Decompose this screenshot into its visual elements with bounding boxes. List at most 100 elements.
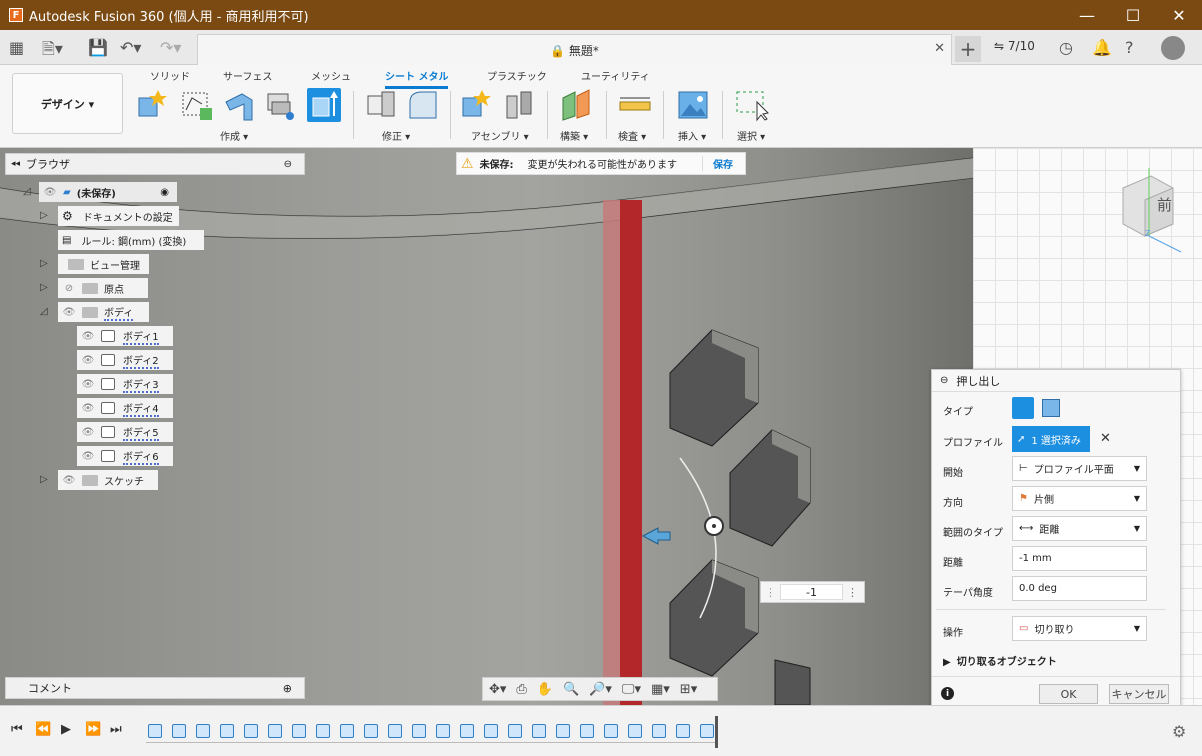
timeline-end-icon[interactable]: ⏭ <box>110 722 122 737</box>
group-inspect[interactable]: 検査 ▾ <box>618 128 646 143</box>
ok-button[interactable]: OK <box>1039 684 1098 704</box>
eye-hidden-icon[interactable]: ⊘ <box>62 283 76 294</box>
workspace-switcher[interactable]: デザイン ▾ <box>12 73 123 134</box>
timeline-feature[interactable] <box>340 724 354 738</box>
look-at-icon[interactable]: ⎙ <box>516 682 526 697</box>
dialog-collapse-icon[interactable]: ⊖ <box>940 375 948 386</box>
viewports-icon[interactable]: ⊞▾ <box>680 682 697 697</box>
timeline-feature[interactable] <box>172 724 186 738</box>
eye-icon[interactable]: 👁 <box>81 355 95 366</box>
objects-to-cut-row[interactable]: ▶ 切り取るオブジェクト <box>943 653 1057 668</box>
timeline-feature[interactable] <box>268 724 282 738</box>
timeline-feature[interactable] <box>460 724 474 738</box>
timeline-feature[interactable] <box>556 724 570 738</box>
insert-image-icon[interactable] <box>676 88 710 122</box>
file-menu-icon[interactable]: 🗎▾ <box>42 38 63 65</box>
start-select[interactable]: ⊢ プロファイル平面 ▼ <box>1012 456 1147 481</box>
help-icon[interactable]: ? <box>1125 38 1134 57</box>
comments-panel[interactable]: コメント ⊕ <box>5 677 305 699</box>
group-construct[interactable]: 構築 ▾ <box>560 128 588 143</box>
activate-radio-icon[interactable]: ◉ <box>160 187 169 198</box>
tab-mesh[interactable]: メッシュ <box>311 68 351 83</box>
tree-body-3[interactable]: 👁 ボディ3 <box>77 374 173 394</box>
save-icon[interactable]: 💾 <box>88 38 108 57</box>
browser-minus-icon[interactable]: ⊖ <box>284 159 292 170</box>
tree-views[interactable]: ビュー管理 <box>58 254 149 274</box>
maximize-button[interactable]: ☐ <box>1110 0 1156 30</box>
tab-utility[interactable]: ユーティリティ <box>581 68 650 83</box>
eye-icon[interactable]: 👁 <box>81 331 95 342</box>
timeline-feature[interactable] <box>148 724 162 738</box>
tree-bodies[interactable]: 👁 ボディ <box>58 302 149 322</box>
job-status-icon[interactable]: ⇋ <box>994 39 1004 53</box>
close-tab-icon[interactable]: ✕ <box>934 41 945 56</box>
expand-sketches-icon[interactable]: ▷ <box>40 474 48 485</box>
browser-root[interactable]: 👁 ▰ (未保存) ◉ <box>39 182 177 202</box>
distance-inline-input[interactable]: ⋮ -1 ⋮ <box>760 581 865 603</box>
tree-units[interactable]: ▤ ルール: 鋼(mm) (変換) <box>58 230 204 250</box>
expand-doc-settings-icon[interactable]: ▷ <box>40 210 48 221</box>
create-sketch-icon[interactable] <box>180 88 214 122</box>
clock-icon[interactable]: ◷ <box>1059 38 1073 57</box>
joint-icon[interactable] <box>503 88 537 122</box>
tree-body-5[interactable]: 👁 ボディ5 <box>77 422 173 442</box>
timeline-start-icon[interactable]: ⏮ <box>11 722 23 737</box>
timeline-feature[interactable] <box>652 724 666 738</box>
convert-to-sheet-metal-icon[interactable] <box>264 88 298 122</box>
cancel-button[interactable]: キャンセル <box>1109 684 1169 704</box>
tree-body-1[interactable]: 👁 ボディ1 <box>77 326 173 346</box>
eye-icon[interactable]: 👁 <box>81 451 95 462</box>
redo-icon[interactable]: ↷▾ <box>160 38 181 57</box>
eye-icon[interactable]: 👁 <box>62 475 76 486</box>
tab-plastic[interactable]: プラスチック <box>487 68 547 83</box>
tree-sketches[interactable]: 👁 スケッチ <box>58 470 158 490</box>
group-insert[interactable]: 挿入 ▾ <box>678 128 706 143</box>
timeline-feature[interactable] <box>244 724 258 738</box>
tab-surface[interactable]: サーフェス <box>223 68 272 83</box>
operation-select[interactable]: ▭ 切り取り ▼ <box>1012 616 1147 641</box>
timeline-feature[interactable] <box>364 724 378 738</box>
timeline-feature[interactable] <box>388 724 402 738</box>
distance-input[interactable]: -1 mm <box>1012 546 1147 571</box>
timeline-feature[interactable] <box>508 724 522 738</box>
group-assembly[interactable]: アセンブリ ▾ <box>471 128 529 143</box>
add-comment-icon[interactable]: ⊕ <box>283 682 292 695</box>
timeline-prev-icon[interactable]: ⏪ <box>35 722 51 737</box>
eye-icon[interactable]: 👁 <box>81 427 95 438</box>
eye-icon[interactable]: 👁 <box>81 403 95 414</box>
browser-header[interactable]: ◂◂ ブラウザ ⊖ <box>5 153 305 175</box>
eye-icon[interactable]: 👁 <box>62 307 76 318</box>
minimize-button[interactable]: — <box>1064 0 1110 30</box>
timeline-feature[interactable] <box>220 724 234 738</box>
group-create[interactable]: 作成 ▾ <box>220 128 248 143</box>
timeline-feature[interactable] <box>484 724 498 738</box>
eye-icon[interactable]: 👁 <box>43 187 57 198</box>
timeline-feature[interactable] <box>628 724 642 738</box>
distance-inline-value[interactable]: -1 <box>780 584 843 600</box>
timeline-next-icon[interactable]: ⏩ <box>85 722 101 737</box>
timeline-play-icon[interactable]: ▶ <box>61 722 71 737</box>
pan-icon[interactable]: ✋ <box>537 682 553 697</box>
expand-views-icon[interactable]: ▷ <box>40 258 48 269</box>
group-select[interactable]: 選択 ▾ <box>737 128 765 143</box>
tree-origin[interactable]: ⊘ 原点 <box>58 278 148 298</box>
drag-handle-icon[interactable]: ⋮ <box>765 586 776 599</box>
fillet-icon[interactable] <box>406 88 440 122</box>
direction-select[interactable]: ⚑ 片側 ▼ <box>1012 486 1147 511</box>
orbit-icon[interactable]: ✥▾ <box>489 682 506 697</box>
timeline-feature[interactable] <box>196 724 210 738</box>
timeline-marker[interactable] <box>715 716 718 748</box>
save-link[interactable]: 保存 <box>702 156 733 171</box>
measure-icon[interactable] <box>618 88 652 122</box>
timeline-feature[interactable] <box>436 724 450 738</box>
timeline-feature[interactable] <box>700 724 714 738</box>
offset-plane-icon[interactable] <box>559 88 593 122</box>
extrude-arrow[interactable] <box>641 527 671 545</box>
flange-icon[interactable] <box>222 88 256 122</box>
document-tab[interactable]: 🔒 無題* ✕ <box>197 34 952 65</box>
new-component-assembly-icon[interactable] <box>460 88 494 122</box>
tab-sheet-metal[interactable]: シート メタル <box>385 68 449 89</box>
collapse-root-icon[interactable]: ◿ <box>23 186 31 197</box>
tree-body-4[interactable]: 👁 ボディ4 <box>77 398 173 418</box>
new-tab-button[interactable]: + <box>955 36 981 62</box>
